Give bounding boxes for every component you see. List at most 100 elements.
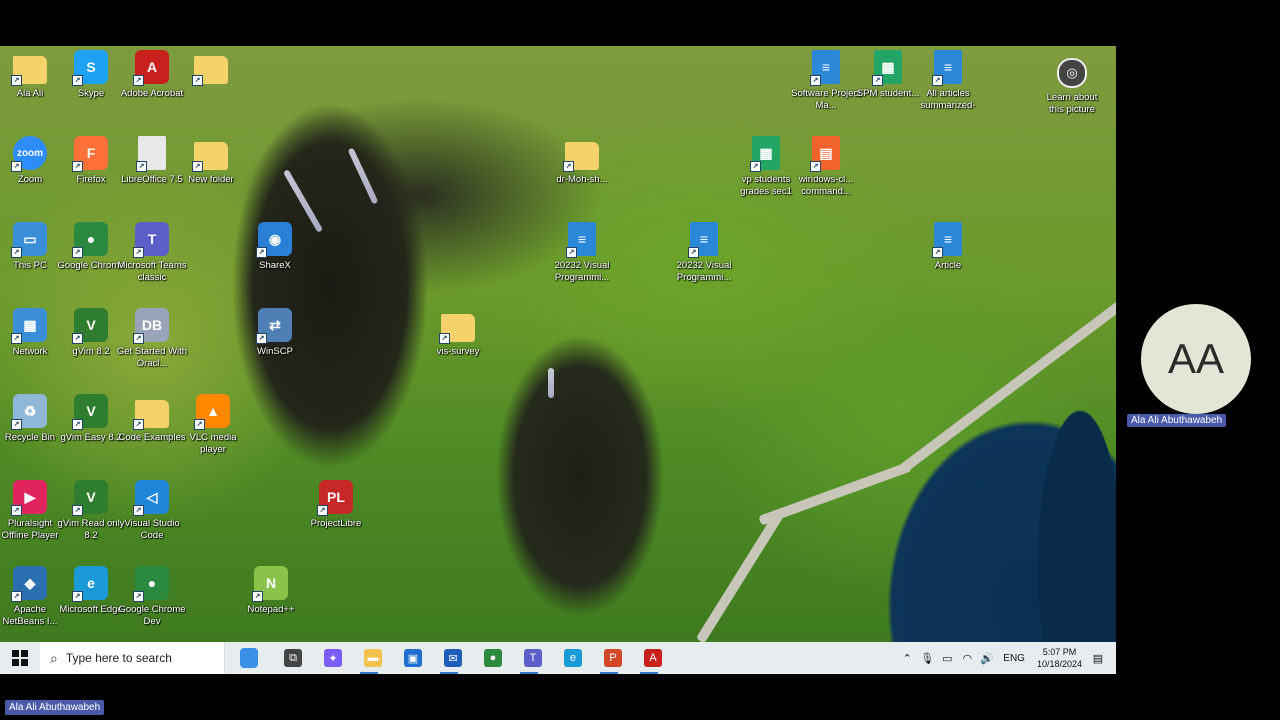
taskbar-file-explorer[interactable]: ▬	[353, 642, 393, 674]
desktop-icon[interactable]: ≡ ↗ All articles summarized-	[912, 50, 984, 112]
desktop-icon-label: Firefox	[76, 174, 106, 185]
task-view-icon: ⧉	[284, 649, 302, 667]
volume-icon[interactable]: 🔊	[977, 652, 997, 665]
search-box[interactable]: ⌕ Type here to search	[40, 642, 225, 674]
desktop-icon-label: This PC	[13, 260, 47, 271]
presenter-name: Ala Ali Abuthawabeh	[5, 700, 105, 715]
shortcut-arrow-icon: ↗	[133, 247, 144, 258]
taskbar-copilot[interactable]: ✦	[313, 642, 353, 674]
desktop-icon[interactable]: ▤ ↗ windows-cl... command...	[790, 136, 862, 198]
desktop-icon-label: LibreOffice 7.5	[121, 174, 183, 185]
taskbar-powerpoint[interactable]: P	[593, 642, 633, 674]
shortcut-arrow-icon: ↗	[11, 505, 22, 516]
system-tray: ⌃ 🎙 ▭ ◠ 🔊 ENG 5:07 PM 10/18/2024 ▤	[897, 642, 1116, 674]
taskbar-task-view[interactable]: ⧉	[273, 642, 313, 674]
desktop-icon[interactable]: ◁ ↗ Visual Studio Code	[116, 480, 188, 542]
shortcut-arrow-icon: ↗	[566, 247, 577, 258]
learn-about-label: Learn about this picture	[1046, 92, 1098, 115]
desktop-icon[interactable]: ◉ ↗ ShareX	[239, 222, 311, 272]
taskbar-acrobat[interactable]: A	[633, 642, 673, 674]
shortcut-arrow-icon: ↗	[688, 247, 699, 258]
shortcut-arrow-icon: ↗	[136, 161, 147, 172]
powerpoint-icon: P	[604, 649, 622, 667]
pinned-apps: ⧉ ✦ ▬ ▣ ✉ ● Te P A	[273, 642, 673, 674]
wifi-icon[interactable]: ◠	[957, 652, 977, 665]
app-icon: e ↗	[72, 566, 108, 602]
app-icon: ♻ ↗	[11, 394, 47, 430]
desktop-icon-label: Visual Studio Code	[124, 518, 180, 541]
app-icon: zoom ↗	[11, 136, 47, 172]
app-icon: V ↗	[72, 394, 108, 430]
document-icon: ▦ ↗	[872, 50, 902, 86]
search-icon: ⌕	[50, 649, 58, 666]
desktop-icon-label: ShareX	[259, 260, 291, 271]
desktop-icon[interactable]: ⇄ ↗ WinSCP	[239, 308, 311, 358]
waterfall	[347, 147, 379, 205]
shortcut-arrow-icon: ↗	[932, 75, 943, 86]
desktop-icon-label: Article	[934, 260, 962, 271]
road	[896, 298, 1116, 475]
desktop-icon[interactable]: ↗ New folder	[175, 136, 247, 186]
taskbar-teams[interactable]: T	[513, 642, 553, 674]
folder-icon: ↗	[192, 142, 228, 172]
shortcut-arrow-icon: ↗	[256, 247, 267, 258]
taskbar-chrome[interactable]: ●	[473, 642, 513, 674]
desktop-icon-label: dr-Moh-sh...	[556, 174, 608, 185]
desktop-icon[interactable]: N ↗ Notepad++	[235, 566, 307, 616]
shortcut-arrow-icon: ↗	[72, 247, 83, 258]
clock-date: 10/18/2024	[1036, 659, 1082, 669]
document-icon: ≡ ↗	[688, 222, 718, 258]
language-indicator[interactable]: ENG	[1003, 653, 1025, 664]
app-icon: F ↗	[72, 136, 108, 172]
chevron-up-icon[interactable]: ⌃	[897, 652, 917, 665]
app-icon: ▦ ↗	[11, 308, 47, 344]
desktop-icon[interactable]: ≡ ↗ 20232 Visual Programmi...	[668, 222, 740, 284]
battery-icon[interactable]: ▭	[937, 652, 957, 665]
shortcut-arrow-icon: ↗	[192, 161, 203, 172]
taskbar-mail[interactable]: ✉	[433, 642, 473, 674]
taskbar-microsoft-store[interactable]: ▣	[393, 642, 433, 674]
app-icon: ◁ ↗	[133, 480, 169, 516]
desktop: ↗ Ala Ali S ↗ Skype A ↗ Adobe Acrobat ↗ zoom ↗ Zoom…	[0, 46, 1116, 642]
shortcut-arrow-icon: ↗	[133, 419, 144, 430]
document-icon: ▤ ↗	[810, 136, 840, 172]
start-button[interactable]	[4, 642, 36, 674]
folder-icon: ↗	[439, 314, 475, 344]
desktop-icon-label: Microsoft Teams classic	[117, 260, 187, 283]
desktop-icon[interactable]: ▲ ↗ VLC media player	[177, 394, 249, 456]
desktop-icon-label: Ala Ali	[16, 88, 44, 99]
desktop-icon-label: Adobe Acrobat	[120, 88, 184, 99]
desktop-icon[interactable]: ↗ dr-Moh-sh...	[546, 136, 618, 186]
participant-name: Ala Ali Abuthawabeh	[1127, 414, 1227, 427]
desktop-icon[interactable]: ↗	[175, 50, 247, 88]
microphone-icon[interactable]: 🎙	[917, 652, 937, 665]
camera-icon: ◎	[1057, 58, 1087, 88]
shortcut-arrow-icon: ↗	[810, 161, 821, 172]
desktop-icon-label: Google Chrome Dev	[118, 604, 186, 627]
desktop-icon[interactable]: ≡ ↗ Article	[912, 222, 984, 272]
app-icon: T ↗	[133, 222, 169, 258]
document-icon: ≡ ↗	[932, 50, 962, 86]
desktop-icon[interactable]: T ↗ Microsoft Teams classic	[116, 222, 188, 284]
shortcut-arrow-icon: ↗	[194, 419, 205, 430]
shortcut-arrow-icon: ↗	[133, 591, 144, 602]
document-icon: ≡ ↗	[932, 222, 962, 258]
shortcut-arrow-icon: ↗	[11, 247, 22, 258]
shortcut-arrow-icon: ↗	[72, 161, 83, 172]
desktop-icon-label: windows-cl... command...	[798, 174, 854, 197]
desktop-icon[interactable]: PL ↗ ProjectLibre	[300, 480, 372, 530]
desktop-icon[interactable]: ≡ ↗ 20232 Visual Programmi...	[546, 222, 618, 284]
microsoft-store-icon: ▣	[404, 649, 422, 667]
taskbar-edge[interactable]: e	[553, 642, 593, 674]
desktop-icon[interactable]: DB ↗ Get Started With Oracl...	[116, 308, 188, 370]
search-highlight[interactable]	[225, 642, 273, 674]
learn-about-picture[interactable]: ◎ Learn about this picture	[1040, 58, 1104, 116]
desktop-icon-label: Zoom	[17, 174, 43, 185]
desktop-icon[interactable]: ↗ vis-survey	[422, 308, 494, 358]
desktop-icon-label: ProjectLibre	[310, 518, 362, 529]
shortcut-arrow-icon: ↗	[11, 75, 22, 86]
clock[interactable]: 5:07 PM 10/18/2024	[1037, 646, 1082, 670]
desktop-icon[interactable]: ● ↗ Google Chrome Dev	[116, 566, 188, 628]
notifications-icon[interactable]: ▤	[1088, 652, 1108, 665]
shortcut-arrow-icon: ↗	[133, 505, 144, 516]
